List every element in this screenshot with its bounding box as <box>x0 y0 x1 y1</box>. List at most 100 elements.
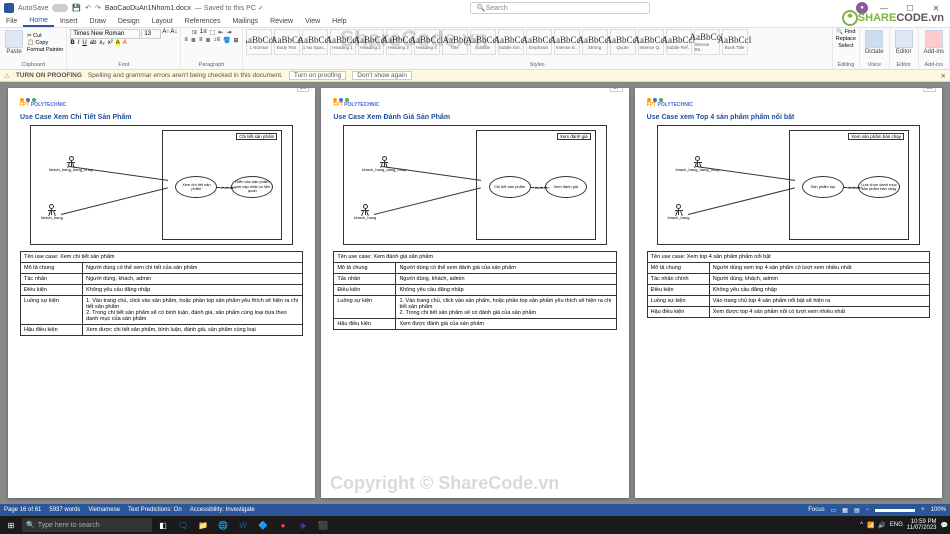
document-page[interactable]: 17FPT POLYTECHNICUse Case Xem Đánh Giá S… <box>321 88 628 498</box>
document-canvas[interactable]: 16FPT POLYTECHNICUse Case Xem Chi Tiết S… <box>0 82 950 504</box>
select-button[interactable]: Select <box>838 43 853 49</box>
task-view-icon[interactable]: ◧ <box>154 518 172 532</box>
taskbar-app[interactable]: 🌐 <box>214 518 232 532</box>
zoom-level[interactable]: 100% <box>931 507 946 513</box>
replace-button[interactable]: Replace <box>836 36 856 42</box>
font-size-input[interactable]: 13 <box>141 29 161 39</box>
align-right-icon[interactable]: ≡ <box>199 37 203 44</box>
taskbar-app[interactable]: 📁 <box>194 518 212 532</box>
font-name-input[interactable]: Times New Roman <box>70 29 140 39</box>
increase-indent-icon[interactable]: ⇥ <box>226 29 231 36</box>
dont-show-again-button[interactable]: Don't show again <box>352 71 412 80</box>
align-left-icon[interactable]: ≡ <box>184 37 188 44</box>
taskbar-app[interactable]: 🔷 <box>254 518 272 532</box>
font-color-button[interactable]: A <box>123 40 127 46</box>
style-item[interactable]: AaBbCcIHeading 3 <box>386 29 412 55</box>
bullets-icon[interactable]: ⁝≡ <box>191 29 196 36</box>
document-page[interactable]: 16FPT POLYTECHNICUse Case Xem Chi Tiết S… <box>8 88 315 498</box>
focus-mode[interactable]: Focus <box>808 507 824 513</box>
tab-file[interactable]: File <box>0 16 23 27</box>
qat-undo-icon[interactable]: ↶ <box>85 4 91 12</box>
style-item[interactable]: AaBbCcBody Text <box>274 29 300 55</box>
style-item[interactable]: AaBbCcI1 Normal <box>246 29 272 55</box>
style-item[interactable]: AaBbCcIIntense E.. <box>554 29 580 55</box>
dictate-button[interactable]: Dictate <box>863 29 886 56</box>
style-item[interactable]: AaBbCcISubtle Em.. <box>498 29 524 55</box>
autosave-toggle[interactable] <box>52 4 68 12</box>
format-painter-button[interactable]: Format Painter <box>27 47 63 53</box>
read-mode-icon[interactable]: ▭ <box>831 507 837 514</box>
style-item[interactable]: AaBbCcIStrong <box>582 29 608 55</box>
zoom-slider[interactable] <box>875 509 915 512</box>
shrink-font-icon[interactable]: A↓ <box>170 29 177 39</box>
msg-close-icon[interactable]: ✕ <box>941 72 946 80</box>
style-item[interactable]: AaBbCcISubtitle <box>470 29 496 55</box>
tab-mailings[interactable]: Mailings <box>226 16 264 27</box>
tab-references[interactable]: References <box>179 16 227 27</box>
start-button[interactable]: ⊞ <box>2 518 20 532</box>
taskbar-app[interactable]: ◆ <box>294 518 312 532</box>
zoom-out-icon[interactable]: − <box>866 507 870 513</box>
style-item[interactable]: AaBbCcIHeading 1 <box>330 29 356 55</box>
zoom-in-icon[interactable]: + <box>921 507 925 513</box>
qat-redo-icon[interactable]: ↷ <box>95 4 101 12</box>
sup-button[interactable]: x² <box>108 40 113 46</box>
tray-chevron-icon[interactable]: ^ <box>860 522 863 528</box>
taskbar-app[interactable]: W <box>234 518 252 532</box>
word-count[interactable]: 5937 words <box>49 507 80 513</box>
language-status[interactable]: Vietnamese <box>88 507 120 513</box>
tab-review[interactable]: Review <box>264 16 299 27</box>
style-item[interactable]: AaBbCcIIntense Re.. <box>694 29 720 55</box>
tab-draw[interactable]: Draw <box>83 16 111 27</box>
editor-button[interactable]: Editor <box>893 29 915 56</box>
autosave-label[interactable]: AutoSave <box>18 5 48 12</box>
styles-gallery[interactable]: AaBbCcI1 NormalAaBbCcBody TextAaBbCcI1 N… <box>246 29 829 55</box>
style-item[interactable]: AaBb(Title <box>442 29 468 55</box>
tray-notifications-icon[interactable]: 💬 <box>941 522 948 529</box>
taskbar-search[interactable]: 🔍 Type here to search <box>22 518 152 532</box>
style-item[interactable]: AaBbCcI1 No Spac.. <box>302 29 328 55</box>
style-item[interactable]: AaBbCcIEmphasis <box>526 29 552 55</box>
style-item[interactable]: AaBbCcIBook Title <box>722 29 748 55</box>
tab-view[interactable]: View <box>299 16 326 27</box>
web-layout-icon[interactable]: ▤ <box>854 507 860 514</box>
shading-icon[interactable]: 🪣 <box>223 37 230 44</box>
highlight-button[interactable]: A <box>116 40 120 46</box>
cut-button[interactable]: ✂ Cut <box>27 33 63 39</box>
find-button[interactable]: 🔍 Find <box>836 29 855 35</box>
tab-insert[interactable]: Insert <box>54 16 84 27</box>
copy-button[interactable]: 📋 Copy <box>27 40 63 46</box>
style-item[interactable]: AaBbCcIHeading 2 <box>358 29 384 55</box>
predictions-status[interactable]: Text Predictions: On <box>128 507 182 513</box>
multilevel-icon[interactable]: ⬚ <box>210 29 216 36</box>
numbering-icon[interactable]: 1≡ <box>200 29 207 36</box>
italic-button[interactable]: I <box>78 40 80 46</box>
underline-button[interactable]: U <box>82 40 86 46</box>
tab-help[interactable]: Help <box>326 16 352 27</box>
strike-button[interactable]: ab <box>90 40 97 46</box>
page-status[interactable]: Page 16 of 61 <box>4 507 41 513</box>
decrease-indent-icon[interactable]: ⇤ <box>218 29 223 36</box>
taskbar-app[interactable]: ● <box>274 518 292 532</box>
sub-button[interactable]: x₂ <box>99 40 104 46</box>
tray-lang[interactable]: ENG <box>890 522 903 528</box>
tray-wifi-icon[interactable]: 📶 <box>867 522 874 529</box>
borders-icon[interactable]: ⊞ <box>234 37 239 44</box>
style-item[interactable]: AaBbCcIIntense Q.. <box>638 29 664 55</box>
style-item[interactable]: AaBbCcISubtle Ref.. <box>666 29 692 55</box>
turn-on-proofing-button[interactable]: Turn on proofing <box>289 71 346 80</box>
tray-date[interactable]: 11/07/2023 <box>907 525 937 531</box>
align-center-icon[interactable]: ≣ <box>191 37 196 44</box>
taskbar-app[interactable]: 🗨 <box>174 518 192 532</box>
bold-button[interactable]: B <box>70 40 74 46</box>
search-input[interactable]: 🔍 Search <box>470 2 650 14</box>
line-spacing-icon[interactable]: ↕≡ <box>214 37 221 44</box>
paste-button[interactable]: Paste <box>3 29 25 56</box>
print-layout-icon[interactable]: ▦ <box>842 507 848 514</box>
tab-design[interactable]: Design <box>112 16 146 27</box>
justify-icon[interactable]: ≣ <box>205 37 210 44</box>
tray-volume-icon[interactable]: 🔊 <box>878 522 885 529</box>
style-item[interactable]: AaBbCcIQuote <box>610 29 636 55</box>
document-page[interactable]: 18FPT POLYTECHNICUse Case xem Top 4 sản … <box>635 88 942 498</box>
addins-button[interactable]: Add-ins <box>922 29 946 56</box>
